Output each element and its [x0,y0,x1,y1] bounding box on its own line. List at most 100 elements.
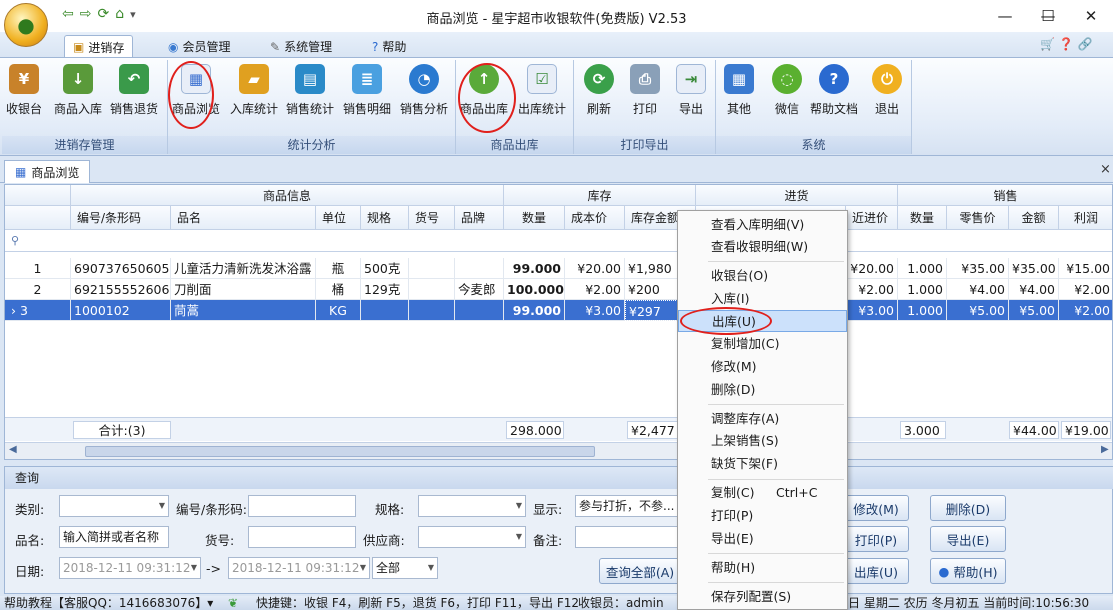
cell-profit: ¥2.00 [1059,279,1112,300]
category-select[interactable]: ▼ [59,495,169,517]
col-header-profit[interactable]: 利润 [1059,206,1112,230]
name-input[interactable]: 输入简拼或者名称 [59,526,169,548]
other-button[interactable]: ▦ 其他 [724,64,754,117]
app-menu-button[interactable]: ● [4,3,48,47]
product-grid[interactable]: 商品信息 库存 进货 销售 编号/条形码 品名 单位 规格 货号 品牌 数量 成… [4,184,1113,460]
menu-save-column-config[interactable]: 保存列配置(S) [678,586,847,608]
menu-delist[interactable]: 缺货下架(F) [678,453,847,475]
scrollbar-thumb[interactable] [85,446,595,457]
menu-list-for-sale[interactable]: 上架销售(S) [678,430,847,452]
col-header-unit[interactable]: 单位 [316,206,361,230]
col-header-sku[interactable]: 货号 [409,206,455,230]
filter-row[interactable]: ⚲ [5,230,1112,252]
refresh-icon[interactable]: ⟳ [97,6,109,22]
col-header-cost[interactable]: 成本价 [565,206,625,230]
col-header-name[interactable]: 品名 [171,206,316,230]
col-header-retail[interactable]: 零售价 [947,206,1009,230]
refresh-button[interactable]: ⟳ 刷新 [584,64,614,117]
menu-adjust-stock[interactable]: 调整库存(A) [678,408,847,430]
tab-member[interactable]: ◉ 会员管理 [160,35,239,58]
menu-delete[interactable]: 删除(D) [678,379,847,401]
delete-button[interactable]: 删除(D) [930,495,1006,521]
chevron-down-icon: ▼ [190,563,197,572]
col-header-amount[interactable]: 金额 [1009,206,1059,230]
cell-cost: ¥20.00 [565,258,625,279]
chevron-down-icon: ▼ [515,532,522,541]
sales-return-button[interactable]: ↶ 销售退货 [110,64,158,117]
sales-detail-button[interactable]: ≣ 销售明细 [343,64,391,117]
forward-icon[interactable]: ⇨ [80,6,92,22]
spec-select[interactable]: ▼ [418,495,526,517]
menu-cashier[interactable]: 收银台(O) [678,265,847,287]
horizontal-scrollbar[interactable]: ◀ ▶ [5,442,1112,459]
filter-icon[interactable]: ⚲ [11,234,19,247]
qat-dropdown-icon[interactable]: ▾ [130,8,136,21]
menu-help[interactable]: 帮助(H) [678,557,847,579]
menu-view-inbound-detail[interactable]: 查看入库明细(V) [678,214,847,236]
col-header-barcode[interactable]: 编号/条形码 [71,206,171,230]
cell-spec: 129克 [361,279,409,300]
stock-in-stats-button[interactable]: ▰ 入库统计 [230,64,278,117]
table-row[interactable]: 1 6907376506058 儿童活力清新洗发沐浴露 瓶 500克 99.00… [5,258,1112,279]
close-tab-icon[interactable]: × [1100,162,1111,177]
display-select[interactable]: 参与打折，不参... [575,495,679,517]
outbound-button[interactable]: 出库(U) [843,558,909,584]
col-header-sale-qty[interactable]: 数量 [898,206,947,230]
tab-help[interactable]: ? 帮助 [364,35,414,58]
help-tutorial-link[interactable]: 帮助教程【客服QQ：1416683076】▾ [4,596,213,610]
group-system: ▦ 其他 ◌ 微信 ? 帮助文档 ⏻ 退出 系统 [716,60,912,154]
tab-product-browse[interactable]: ▦ 商品浏览 [4,160,91,183]
supplier-label: 供应商: [363,533,405,548]
home-icon[interactable]: ⌂ [115,6,124,22]
date-to-picker[interactable]: 2018-12-11 09:31:12 ▼ [228,557,370,579]
sales-stats-button[interactable]: ▤ 销售统计 [286,64,334,117]
col-header-qty[interactable]: 数量 [504,206,565,230]
maximize-window-button[interactable]: ☐ [1025,0,1071,32]
scroll-right-icon[interactable]: ▶ [1101,444,1109,455]
menu-view-cashier-detail[interactable]: 查看收银明细(W) [678,236,847,258]
help-docs-button[interactable]: ? 帮助文档 [810,64,858,117]
exit-button[interactable]: ⏻ 退出 [872,64,902,117]
monitor-icon: ▤ [295,64,325,94]
sales-analysis-button[interactable]: ◔ 销售分析 [400,64,448,117]
tab-system[interactable]: ✎ 系统管理 [262,35,340,58]
table-row[interactable]: 2 6921555526064 刀削面 桶 129克 今麦郎 100.000 ¥… [5,279,1112,300]
menu-modify[interactable]: 修改(M) [678,356,847,378]
group-title: 系统 [716,136,911,154]
col-header-brand[interactable]: 品牌 [455,206,504,230]
export-button[interactable]: ⇥ 导出 [676,64,706,117]
col-header-in-price[interactable]: 近进价 [846,206,898,230]
back-icon[interactable]: ⇦ [62,6,74,22]
modify-button[interactable]: 修改(M) [843,495,909,521]
date-from-picker[interactable]: 2018-12-11 09:31:12 ▼ [59,557,201,579]
menu-export[interactable]: 导出(E) [678,528,847,550]
wechat-button[interactable]: ◌ 微信 [772,64,802,117]
help-button[interactable]: ● 帮助(H) [930,558,1006,584]
cell-in-price: ¥3.00 [846,300,898,321]
minimize-window-button[interactable]: — [982,0,1028,32]
cashier-button[interactable]: ¥ 收银台 [6,64,42,117]
menu-print[interactable]: 打印(P) [678,505,847,527]
print-button[interactable]: ⎙ 打印 [630,64,660,117]
tab-jinxiaocun[interactable]: ▣ 进销存 [64,35,134,58]
print-button[interactable]: 打印(P) [843,526,909,552]
menu-inbound[interactable]: 入库(I) [678,288,847,310]
barcode-input[interactable] [248,495,356,517]
menu-copy-add[interactable]: 复制增加(C) [678,333,847,355]
ribbon-right-icons[interactable]: 🛒 ❓ 🔗 [1040,37,1092,51]
close-window-button[interactable]: ✕ [1068,0,1113,32]
name-label: 品名: [15,533,45,548]
scroll-left-icon[interactable]: ◀ [9,444,17,455]
supplier-select[interactable]: ▼ [418,526,526,548]
menu-copy[interactable]: 复制(C) Ctrl+C [678,482,847,504]
table-row-selected[interactable]: › 3 1000102 茼蒿 KG 99.000 ¥3.00 ¥297 ¥3.0… [5,300,1112,321]
sku-input[interactable] [248,526,356,548]
outbound-stats-button[interactable]: ☑ 出库统计 [518,64,566,117]
note-input[interactable] [575,526,679,548]
query-all-button[interactable]: 查询全部(A) [599,558,681,584]
export-button[interactable]: 导出(E) [930,526,1006,552]
all-select[interactable]: 全部 ▼ [372,557,438,579]
col-header-spec[interactable]: 规格 [361,206,409,230]
group-title: 打印导出 [574,136,715,154]
stock-in-button[interactable]: ↓ 商品入库 [54,64,102,117]
